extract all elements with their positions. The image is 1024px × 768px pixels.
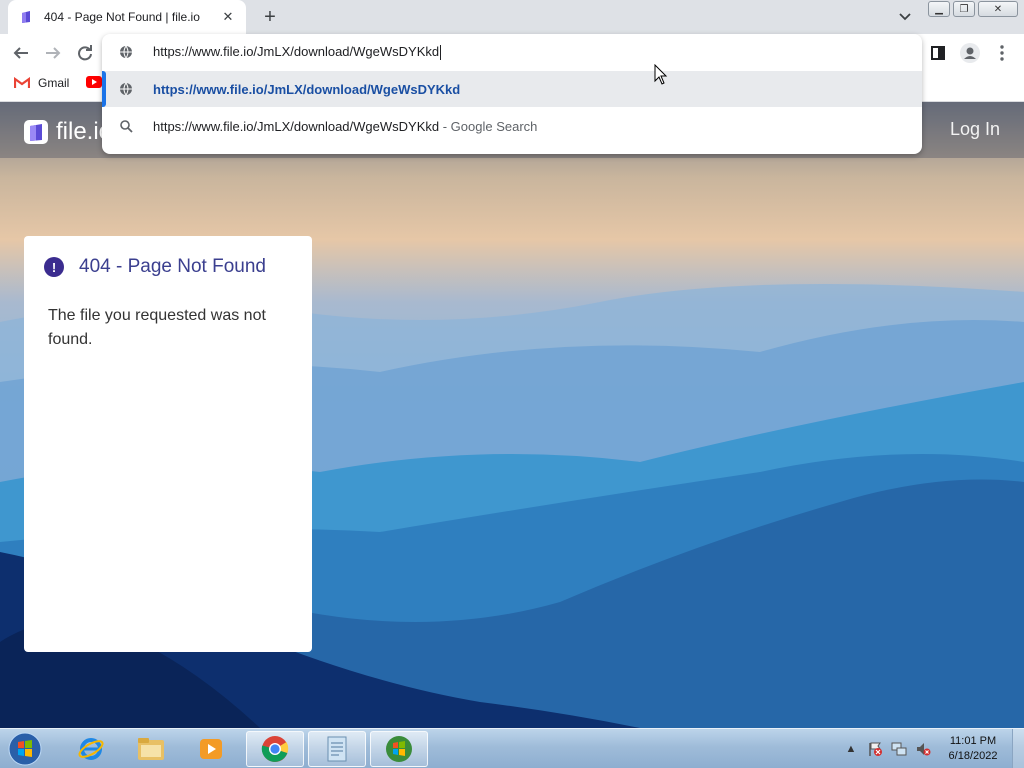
error-message: The file you requested was not found. bbox=[48, 307, 266, 348]
clock-time: 11:01 PM bbox=[949, 735, 997, 747]
network-icon[interactable] bbox=[890, 740, 908, 758]
new-tab-button[interactable]: + bbox=[258, 5, 282, 29]
fileio-logo-icon bbox=[24, 120, 48, 144]
restore-button[interactable]: ❐ bbox=[953, 1, 975, 17]
globe-icon bbox=[118, 81, 134, 97]
start-button[interactable] bbox=[5, 731, 45, 767]
profile-button[interactable] bbox=[957, 40, 983, 66]
side-panel-icon bbox=[931, 46, 945, 60]
tab-active[interactable]: 404 - Page Not Found | file.io ✕ bbox=[8, 0, 246, 34]
media-player-icon bbox=[200, 739, 222, 759]
reload-icon bbox=[78, 45, 92, 61]
address-input-value: https://www.file.io/JmLX/download/WgeWsD… bbox=[153, 43, 440, 59]
error-card: ! 404 - Page Not Found The file you requ… bbox=[24, 236, 312, 652]
show-desktop-button[interactable] bbox=[1012, 729, 1024, 768]
suggestion-url[interactable]: https://www.file.io/JmLX/download/WgeWsD… bbox=[102, 71, 922, 107]
omnibox-dropdown: https://www.file.io/JmLX/download/WgeWsD… bbox=[102, 34, 922, 154]
taskbar-internet-explorer[interactable] bbox=[62, 731, 120, 767]
youtube-icon bbox=[86, 76, 102, 88]
system-tray: ▲ bbox=[842, 729, 938, 768]
tab-title: 404 - Page Not Found | file.io bbox=[44, 10, 200, 24]
folder-icon bbox=[138, 738, 164, 760]
search-icon bbox=[118, 118, 134, 134]
taskbar-media-player[interactable] bbox=[182, 731, 240, 767]
system-clock[interactable]: 11:01 PM 6/18/2022 bbox=[940, 734, 1006, 764]
windows-taskbar: ▲ 11:01 PM 6/18/2022 bbox=[0, 728, 1024, 768]
action-center-flag-icon[interactable] bbox=[866, 740, 884, 758]
forward-arrow-icon bbox=[46, 47, 61, 59]
taskbar-chrome[interactable] bbox=[246, 731, 304, 767]
minimize-button[interactable]: ▁ bbox=[928, 1, 950, 17]
error-exclamation-icon: ! bbox=[44, 257, 64, 277]
tab-strip: 404 - Page Not Found | file.io ✕ + ▁ ❐ ✕ bbox=[0, 0, 1024, 34]
page-content: file.io Log In ! 404 - Page Not Found Th… bbox=[0, 102, 1024, 728]
tab-search-chevron-icon[interactable] bbox=[894, 6, 916, 28]
taskbar-file-explorer[interactable] bbox=[122, 731, 180, 767]
windows-start-orb-icon bbox=[8, 732, 42, 766]
bookmark-youtube[interactable] bbox=[86, 76, 102, 88]
forward-button[interactable] bbox=[40, 40, 66, 66]
error-card-header: ! 404 - Page Not Found bbox=[44, 256, 266, 278]
mouse-pointer-icon bbox=[654, 64, 668, 85]
notepad-icon bbox=[327, 736, 347, 762]
suggestion-search-suffix: - Google Search bbox=[442, 118, 538, 134]
error-title: 404 - Page Not Found bbox=[79, 256, 266, 277]
login-link[interactable]: Log In bbox=[950, 119, 1000, 140]
clock-date: 6/18/2022 bbox=[948, 750, 998, 762]
suggestion-search-query: https://www.file.io/JmLX/download/WgeWsD… bbox=[153, 118, 440, 134]
globe-icon bbox=[118, 44, 134, 60]
back-button[interactable] bbox=[8, 40, 34, 66]
menu-button[interactable] bbox=[989, 40, 1015, 66]
tab-close-icon[interactable]: ✕ bbox=[220, 9, 236, 25]
fileio-favicon-icon bbox=[18, 9, 34, 25]
selection-indicator bbox=[102, 71, 106, 107]
side-panel-button[interactable] bbox=[925, 40, 951, 66]
address-input[interactable]: https://www.file.io/JmLX/download/WgeWsD… bbox=[153, 43, 442, 61]
taskbar-windows-app[interactable] bbox=[370, 731, 428, 767]
chrome-icon bbox=[261, 736, 289, 762]
suggestion-search-text: https://www.file.io/JmLX/download/WgeWsD… bbox=[153, 119, 537, 134]
show-hidden-icons-icon[interactable]: ▲ bbox=[842, 740, 860, 758]
profile-avatar-icon bbox=[960, 43, 980, 63]
gmail-icon bbox=[14, 77, 30, 88]
text-caret bbox=[440, 45, 442, 61]
bookmark-gmail[interactable]: Gmail bbox=[14, 76, 69, 90]
close-window-button[interactable]: ✕ bbox=[978, 1, 1018, 17]
taskbar-notepad[interactable] bbox=[308, 731, 366, 767]
kebab-menu-icon bbox=[1000, 45, 1004, 61]
volume-muted-icon[interactable] bbox=[914, 740, 932, 758]
site-logo[interactable]: file.io bbox=[24, 118, 112, 146]
suggestion-google-search[interactable]: https://www.file.io/JmLX/download/WgeWsD… bbox=[102, 108, 922, 144]
reload-button[interactable] bbox=[72, 40, 98, 66]
internet-explorer-icon bbox=[78, 738, 104, 760]
suggestion-url-text: https://www.file.io/JmLX/download/WgeWsD… bbox=[153, 81, 461, 97]
bookmark-label: Gmail bbox=[38, 76, 70, 90]
windows-logo-icon bbox=[386, 736, 412, 762]
address-bar[interactable]: https://www.file.io/JmLX/download/WgeWsD… bbox=[102, 34, 922, 70]
back-arrow-icon bbox=[13, 47, 28, 59]
